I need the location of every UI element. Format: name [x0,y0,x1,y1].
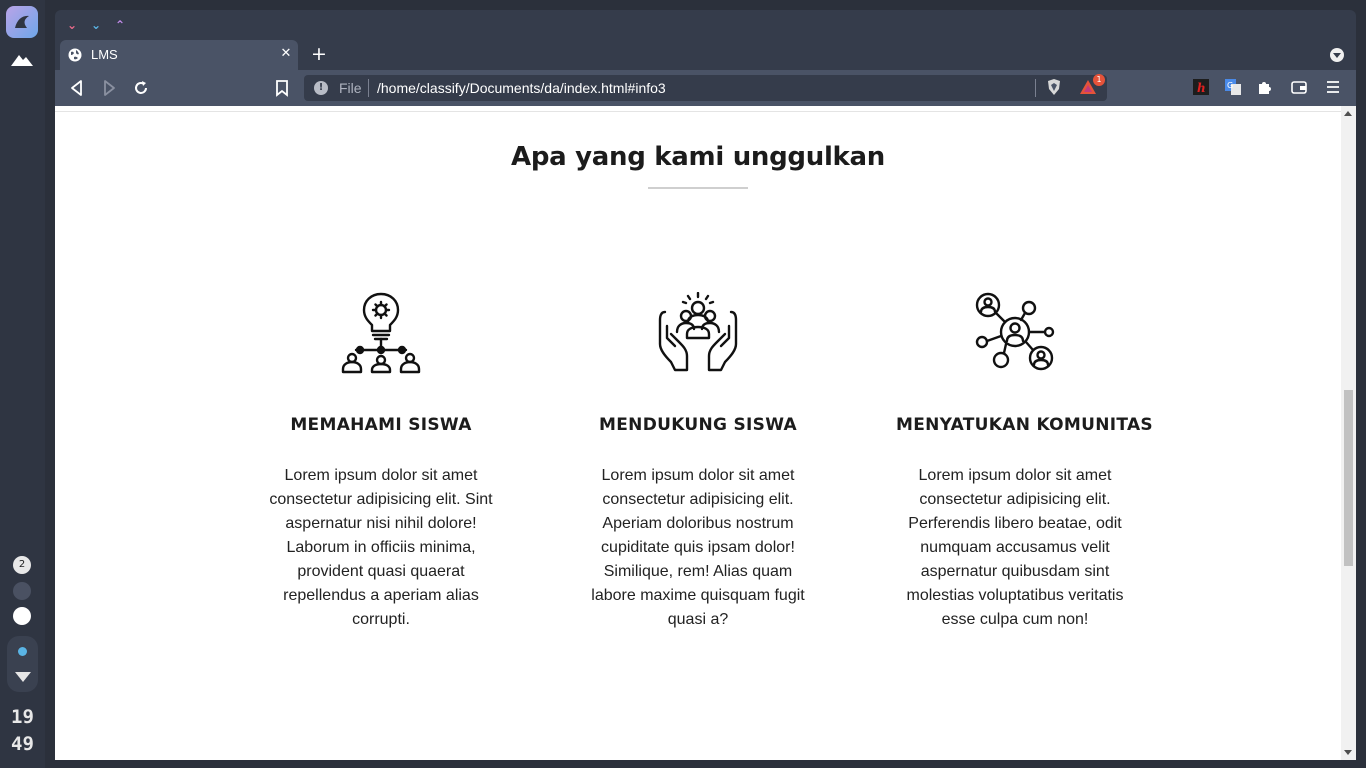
bookmark-icon[interactable] [272,78,292,98]
browser-window: ⌄ ⌄ ⌃ LMS ✕ + ! File /home/classify/Docu… [55,10,1356,760]
bluetooth-icon [18,647,27,656]
hands-support-icon [658,292,738,372]
feature-description: Lorem ipsum dolor sit amet consectetur a… [269,467,493,628]
site-info-icon[interactable]: ! [314,81,328,95]
translate-icon[interactable]: G [1224,78,1242,96]
maximize-window-icon[interactable]: ⌃ [113,18,127,32]
feature-description: Lorem ipsum dolor sit amet consectetur a… [591,467,805,628]
rewards-badge: 1 [1093,74,1105,86]
page-viewport: Apa yang kami unggulkan MEMAHAMI SISWA L… [55,106,1356,760]
wifi-icon [15,672,31,682]
system-tray[interactable] [7,636,38,692]
address-bar[interactable]: ! File /home/classify/Documents/da/index… [304,75,1107,101]
tab-list-dropdown-icon[interactable] [1330,48,1344,62]
extensions-puzzle-icon[interactable] [1256,78,1274,96]
scroll-down-arrow-icon[interactable] [1344,750,1352,755]
url-divider [1035,79,1036,97]
clock-minute: 49 [11,733,34,755]
app-launcher-icon[interactable] [6,6,38,38]
navigation-toolbar: ! File /home/classify/Documents/da/index… [55,70,1356,106]
new-tab-button[interactable]: + [310,45,328,64]
brave-shields-icon[interactable] [1045,78,1063,96]
close-tab-icon[interactable]: ✕ [278,46,294,62]
minimize-window-icon[interactable]: ⌄ [89,18,103,32]
workspace-dot[interactable] [13,582,31,600]
feature-heading: MEMAHAMI SISWA [290,415,472,435]
page-scrollbar[interactable] [1341,106,1356,760]
feature-card: MENYATUKAN KOMUNITAS Lorem ipsum dolor s… [896,292,1153,632]
tab-lms[interactable]: LMS ✕ [60,40,298,70]
mountain-icon[interactable] [10,50,34,68]
svg-text:G: G [1227,81,1233,90]
extension-h-icon[interactable]: h [1192,78,1210,96]
lightbulb-network-icon [341,292,421,374]
tab-bar: LMS ✕ + [55,40,1356,70]
community-network-icon [975,292,1055,371]
system-dock: 2 19 49 [0,0,45,768]
menu-icon[interactable] [1324,78,1342,96]
scroll-up-arrow-icon[interactable] [1344,111,1352,116]
url-text[interactable]: /home/classify/Documents/da/index.html#i… [377,80,666,96]
feature-card: MENDUKUNG SISWA Lorem ipsum dolor sit am… [579,292,817,632]
section-title: Apa yang kami unggulkan [511,142,885,172]
feature-description: Lorem ipsum dolor sit amet consectetur a… [906,467,1124,628]
url-scheme-label: File [339,80,362,96]
url-divider [368,79,369,97]
workspace-dot-active[interactable] [13,607,31,625]
globe-icon [68,48,82,62]
forward-icon[interactable] [99,78,119,98]
section-divider [55,111,1341,112]
close-window-icon[interactable]: ⌄ [65,18,79,32]
clock-hour: 19 [11,706,34,728]
scrollbar-thumb[interactable] [1344,390,1353,566]
reload-icon[interactable] [131,78,151,98]
svg-text:h: h [1197,81,1206,95]
title-underline [648,187,748,189]
feature-card: MEMAHAMI SISWA Lorem ipsum dolor sit ame… [262,292,500,632]
feature-heading: MENDUKUNG SISWA [599,415,797,435]
feature-heading: MENYATUKAN KOMUNITAS [896,415,1153,435]
back-icon[interactable] [67,78,87,98]
wallet-icon[interactable] [1290,78,1308,96]
tab-title: LMS [91,47,118,62]
workspace-indicator[interactable]: 2 [13,556,31,574]
